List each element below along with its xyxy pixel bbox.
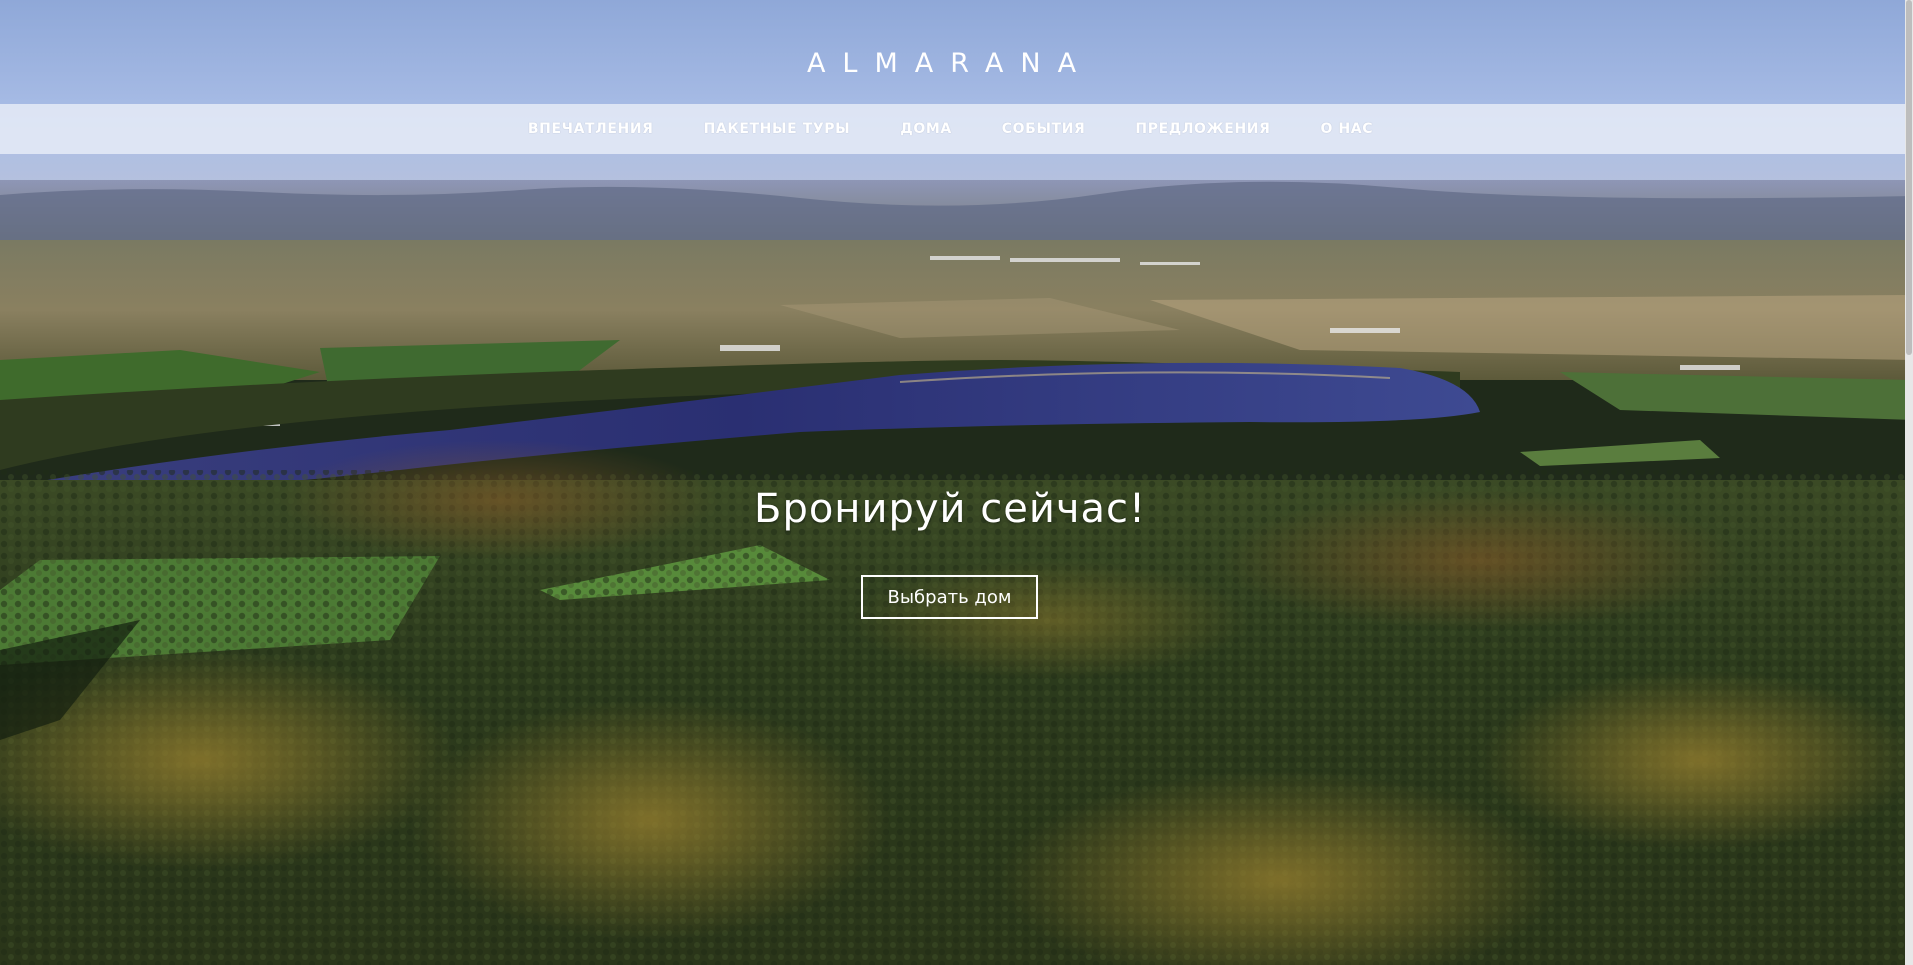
nav-item-package-tours[interactable]: ПАКЕТНЫЕ ТУРЫ (679, 121, 876, 137)
nav-item-offers[interactable]: ПРЕДЛОЖЕНИЯ (1110, 121, 1295, 137)
scrollbar-thumb[interactable] (1906, 0, 1912, 355)
hero-title: Бронируй сейчас! (754, 486, 1146, 532)
page-scrollbar[interactable] (1905, 0, 1913, 965)
nav-item-events[interactable]: СОБЫТИЯ (977, 121, 1111, 137)
site-logo[interactable]: ALMARANA (0, 48, 1900, 79)
main-navigation: ВПЕЧАТЛЕНИЯ ПАКЕТНЫЕ ТУРЫ ДОМА СОБЫТИЯ П… (0, 104, 1905, 154)
choose-house-button[interactable]: Выбрать дом (861, 575, 1038, 619)
nav-item-experiences[interactable]: ВПЕЧАТЛЕНИЯ (503, 121, 679, 137)
nav-item-about[interactable]: О НАС (1295, 121, 1398, 137)
nav-item-houses[interactable]: ДОМА (875, 121, 977, 137)
page: ALMARANA ВПЕЧАТЛЕНИЯ ПАКЕТНЫЕ ТУРЫ ДОМА … (0, 0, 1913, 965)
nav-list: ВПЕЧАТЛЕНИЯ ПАКЕТНЫЕ ТУРЫ ДОМА СОБЫТИЯ П… (503, 121, 1398, 137)
